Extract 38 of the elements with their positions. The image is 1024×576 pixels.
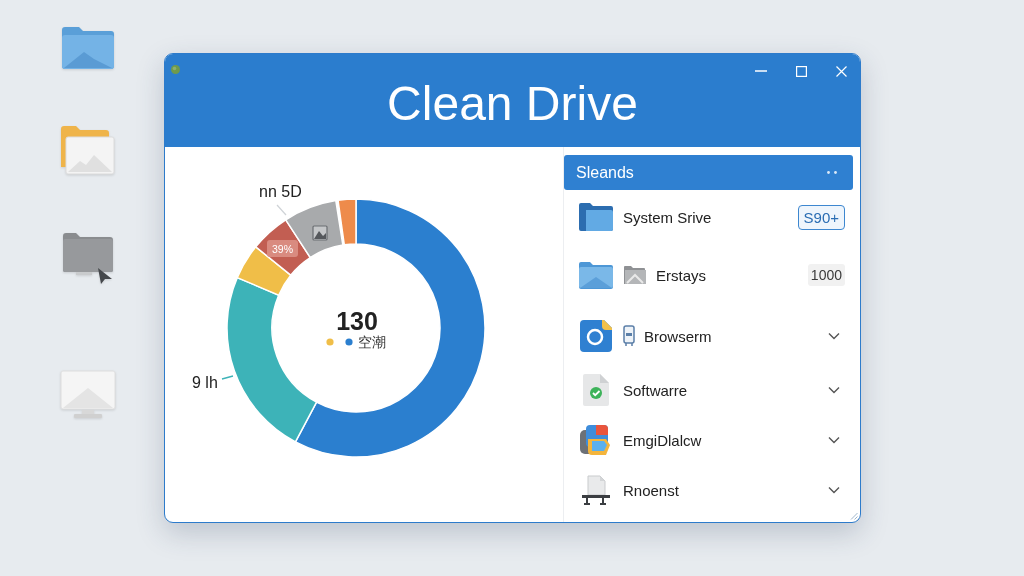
- maximize-icon: [795, 65, 807, 77]
- leader-line: [276, 204, 287, 216]
- chevron-down-icon[interactable]: [828, 332, 840, 340]
- value-badge: S90+: [797, 204, 845, 230]
- image-folder-icon: [623, 265, 647, 285]
- list-item-label[interactable]: EmgiDlalcw: [623, 431, 702, 449]
- app-icon: [171, 65, 180, 74]
- picture-icon: [312, 225, 328, 241]
- more-icon[interactable]: [827, 171, 837, 174]
- folder-icon: [578, 202, 614, 232]
- close-icon: [835, 65, 847, 77]
- minimize-icon: [755, 70, 767, 72]
- device-icon: [623, 325, 635, 347]
- folder-cursor-icon[interactable]: [62, 232, 114, 284]
- folder-icon: [578, 261, 614, 289]
- chevron-down-icon[interactable]: [828, 386, 840, 394]
- browser-app-icon: [580, 320, 612, 352]
- list-item-label[interactable]: Browserm: [644, 327, 712, 345]
- resize-grip-icon[interactable]: [848, 510, 858, 520]
- list-item-label[interactable]: Softwarre: [623, 381, 688, 399]
- chart-label: 9 lh: [192, 374, 218, 391]
- panel-header-title: Sleands: [576, 163, 634, 182]
- list-item-label[interactable]: System Srive: [623, 208, 712, 226]
- list-item-label[interactable]: Rnoenst: [623, 481, 679, 499]
- chevron-down-icon[interactable]: [828, 436, 840, 444]
- percent-tag: 39%: [267, 240, 298, 257]
- folder-icon[interactable]: [60, 26, 116, 70]
- legend-label: 空潮: [358, 334, 386, 350]
- chart-label: nn 5D: [259, 183, 302, 200]
- chevron-down-icon[interactable]: [828, 486, 840, 494]
- document-check-icon: [583, 374, 609, 406]
- page-stand-icon: [581, 475, 611, 505]
- leader-line: [221, 375, 234, 380]
- colorful-app-icon: [580, 425, 612, 455]
- count-badge: 1000: [807, 264, 845, 286]
- total-value: 130: [336, 307, 378, 335]
- list-item-label[interactable]: Erstays: [656, 266, 706, 284]
- window-title: Clean Drive: [387, 76, 638, 131]
